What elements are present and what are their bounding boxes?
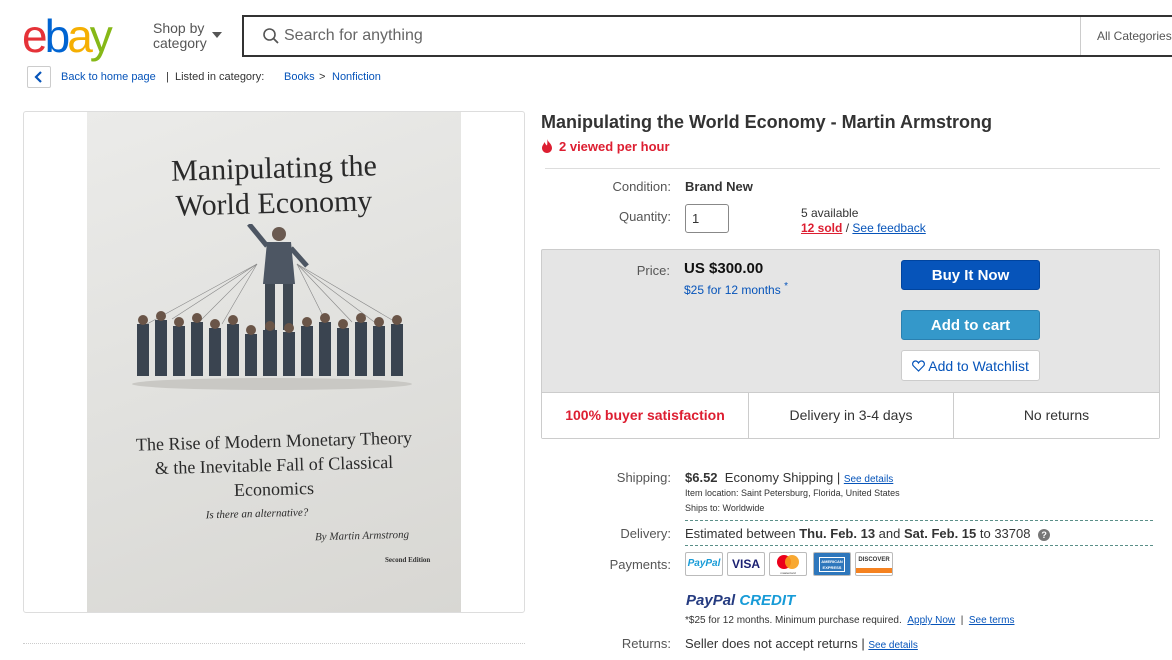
monthly-footnote-mark: * [784,281,788,292]
delivery-pre: Estimated between [685,526,796,541]
logo-letter-a: a [67,10,93,62]
condition-label: Condition: [612,179,671,194]
heart-icon [912,360,926,372]
quantity-input[interactable] [685,204,729,233]
shipping-divider [685,520,1153,521]
category-select[interactable]: All Categories [1080,17,1172,55]
chevron-down-icon[interactable] [212,32,222,38]
amex-label: AMERICAN EXPRESS [819,557,845,572]
price-label: Price: [636,263,670,278]
shop-by-line2: category [153,35,207,51]
credit-pipe: | [960,615,964,626]
mastercard-label: mastercard [780,571,796,575]
breadcrumb-pipe: | [166,71,169,83]
sold-feedback-row: 12 sold / See feedback [801,221,926,236]
title-separator [545,168,1160,169]
buyer-satisfaction: 100% buyer satisfaction [565,407,725,423]
shipping-cost: $6.52 [685,470,718,485]
mastercard-icon: mastercard [769,552,807,576]
add-to-watchlist-button[interactable]: Add to Watchlist [901,350,1040,381]
search-input[interactable] [284,23,1064,49]
ppcredit-credit: CREDIT [739,592,796,609]
credit-note-row: *$25 for 12 months. Minimum purchase req… [685,615,1014,627]
apply-now-link[interactable]: Apply Now [907,615,955,626]
back-to-home-link[interactable]: Back to home page [61,71,156,83]
visa-icon: VISA [727,552,765,576]
views-text: 2 viewed per hour [559,139,670,154]
views-per-hour: 2 viewed per hour [541,139,670,155]
condition-value: Brand New [685,179,753,194]
image-divider [23,643,525,644]
search-icon [263,28,279,44]
monthly-payment-text: $25 for 12 months [684,283,781,297]
delivery-speed: Delivery in 3-4 days [748,393,953,439]
returns-see-details-link[interactable]: See details [868,640,917,651]
product-image-panel[interactable]: Manipulating the World Economy The Rise … [23,111,525,613]
shop-by-line1: Shop by [153,20,205,36]
delivery-divider [685,545,1153,546]
payments-label: Payments: [609,557,671,572]
sold-separator: / [845,221,850,235]
price-value: US $300.00 [684,260,764,277]
cover-author: By Martin Armstrong [314,528,410,544]
returns-pipe: | [861,636,865,651]
breadcrumb-books[interactable]: Books [284,71,315,83]
ships-to: Ships to: Worldwide [685,503,765,513]
availability: 5 available 12 sold / See feedback [801,206,926,236]
cover-edition: Second Edition [385,556,431,564]
paypal-credit-logo: PayPal CREDIT [686,592,795,610]
shop-by-category-button[interactable]: Shop by category [153,21,207,51]
discover-icon: DISCOVER [855,552,893,576]
see-terms-link[interactable]: See terms [969,615,1015,626]
delivery-and: and [878,526,901,541]
puppet-master-illustration [132,224,412,390]
returns-text: Seller does not accept returns [685,636,858,651]
delivery-estimate: Estimated between Thu. Feb. 13 and Sat. … [685,526,1051,542]
watchlist-label: Add to Watchlist [928,358,1029,374]
chevron-left-icon [34,71,42,83]
available-count: 5 available [801,206,859,220]
delivery-label: Delivery: [620,526,671,541]
shipping-row: $6.52 Economy Shipping | See details [685,470,893,488]
delivery-date-1: Thu. Feb. 13 [799,526,876,541]
breadcrumb-separator: > [319,71,326,83]
item-location: Item location: Saint Petersburg, Florida… [685,488,900,498]
see-feedback-link[interactable]: See feedback [852,221,925,235]
cover-question: Is there an alternative? [205,506,309,522]
quantity-label: Quantity: [618,209,671,224]
book-cover-image: Manipulating the World Economy The Rise … [87,112,461,612]
logo-letter-y: y [89,10,113,62]
discover-stripe [856,568,892,573]
sold-link[interactable]: 12 sold [801,221,842,235]
listed-in-label: Listed in category: [175,71,265,83]
add-to-cart-button[interactable]: Add to cart [901,310,1040,340]
search-bar: All Categories [242,15,1172,57]
returns-policy-badge: No returns [953,393,1159,439]
shipping-pipe: | [836,470,841,485]
ppcredit-paypal: PayPal [686,592,736,609]
breadcrumb-nonfiction[interactable]: Nonfiction [332,71,381,83]
delivery-date-2: Sat. Feb. 15 [904,526,977,541]
trust-bar: 100% buyer satisfaction Delivery in 3-4 … [542,392,1159,439]
logo-letter-b: b [44,10,71,62]
credit-note: *$25 for 12 months. Minimum purchase req… [685,615,902,626]
returns-row: Seller does not accept returns | See det… [685,636,918,654]
buy-it-now-button[interactable]: Buy It Now [901,260,1040,290]
help-icon[interactable]: ? [1038,529,1051,541]
shipping-label: Shipping: [616,470,671,485]
monthly-payment[interactable]: $25 for 12 months * [684,281,788,297]
listing-title: Manipulating the World Economy - Martin … [541,112,993,132]
logo-letter-e: e [22,10,48,62]
shipping-see-details-link[interactable]: See details [844,474,893,485]
delivery-zip: to 33708 [979,526,1031,541]
shipping-method: Economy Shipping [724,470,834,485]
ebay-logo[interactable]: ebay [22,12,142,60]
paypal-icon: PayPal [685,552,723,576]
back-button[interactable] [27,66,51,88]
returns-label: Returns: [621,636,671,651]
fire-icon [542,139,552,153]
amex-icon: AMERICAN EXPRESS [813,552,851,576]
